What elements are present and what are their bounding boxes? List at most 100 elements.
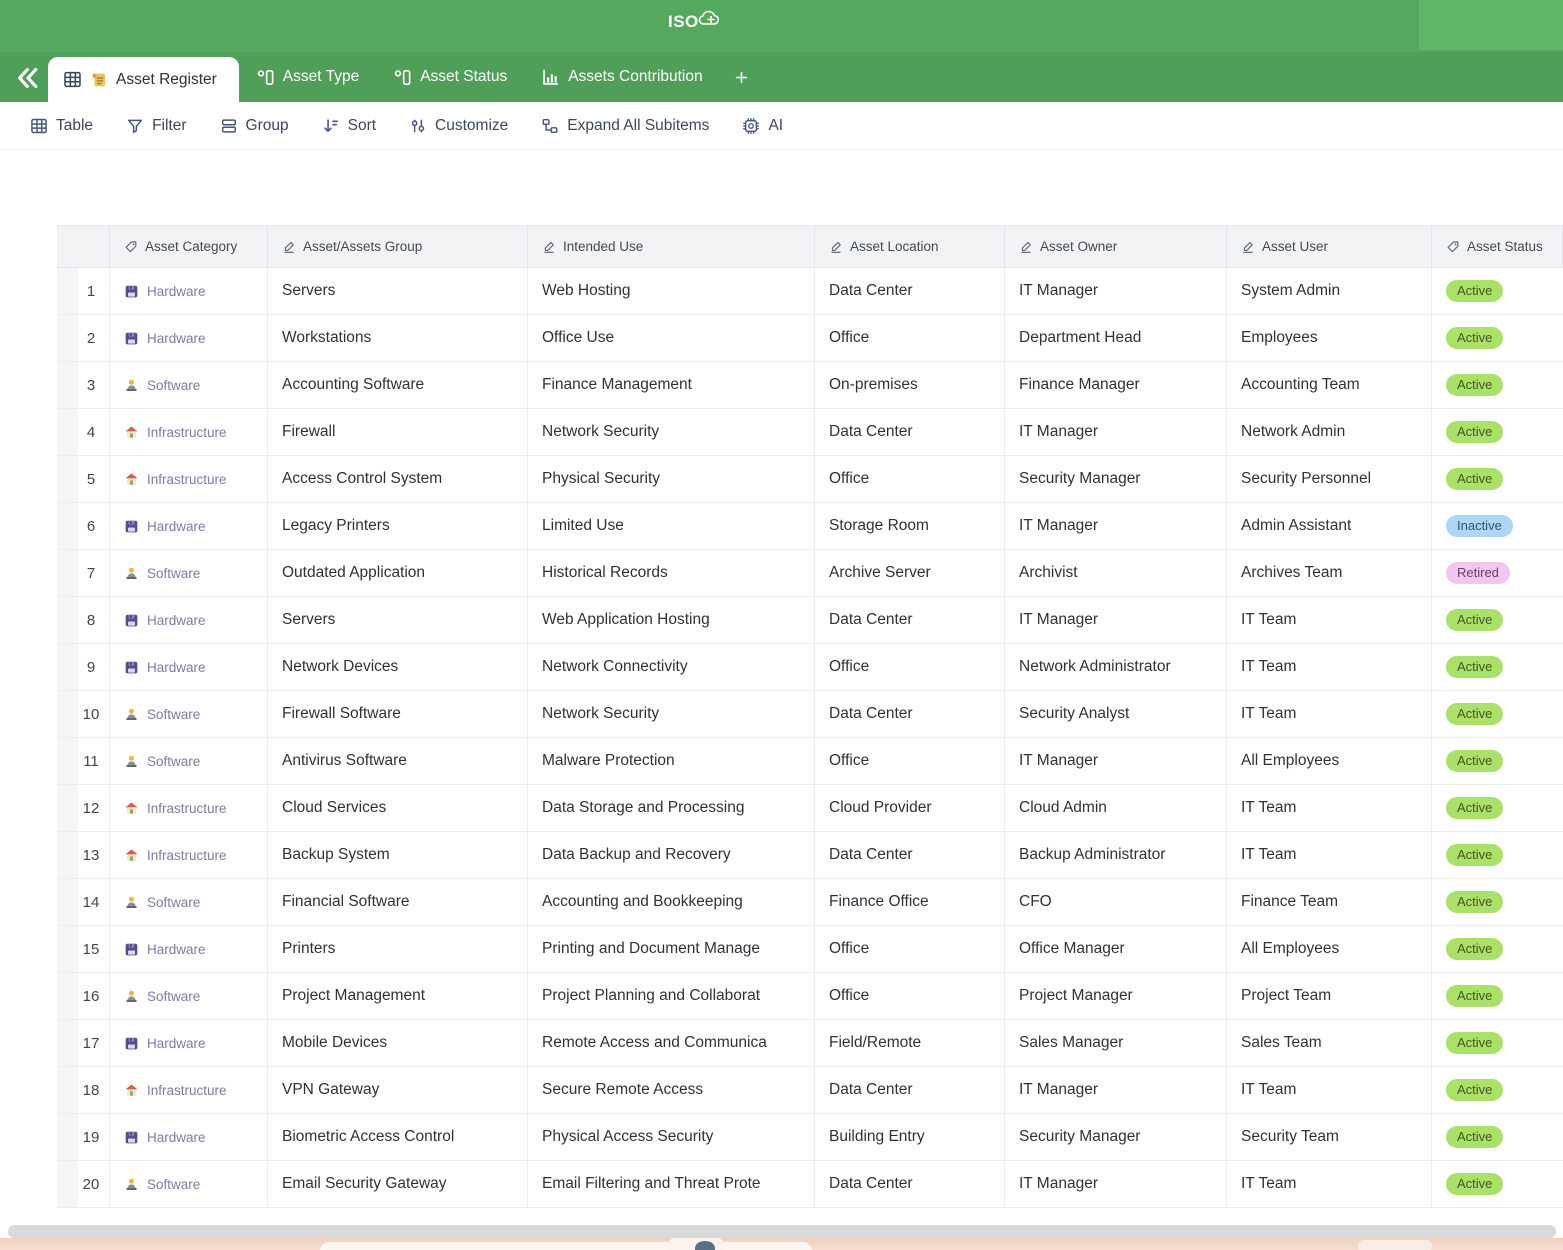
cell-category[interactable]: Infrastructure <box>110 409 268 455</box>
cell-location[interactable]: Cloud Provider <box>815 785 1005 831</box>
cell-owner[interactable]: IT Manager <box>1005 1161 1227 1207</box>
cell-num[interactable]: 19 <box>57 1114 110 1160</box>
cell-location[interactable]: Data Center <box>815 1067 1005 1113</box>
cell-user[interactable]: Archives Team <box>1227 550 1432 596</box>
cell-category[interactable]: Software <box>110 738 268 784</box>
cell-group[interactable]: Servers <box>268 597 528 643</box>
cell-status[interactable]: Active <box>1432 644 1563 690</box>
cell-user[interactable]: Finance Team <box>1227 879 1432 925</box>
cell-owner[interactable]: Security Analyst <box>1005 691 1227 737</box>
cell-status[interactable]: Active <box>1432 1020 1563 1066</box>
cell-use[interactable]: Secure Remote Access <box>528 1067 815 1113</box>
cell-use[interactable]: Printing and Document Manage <box>528 926 815 972</box>
cell-status[interactable]: Active <box>1432 926 1563 972</box>
cell-user[interactable]: IT Team <box>1227 1067 1432 1113</box>
cell-use[interactable]: Malware Protection <box>528 738 815 784</box>
cell-num[interactable]: 8 <box>57 597 110 643</box>
cell-status[interactable]: Active <box>1432 597 1563 643</box>
cell-group[interactable]: Antivirus Software <box>268 738 528 784</box>
cell-category[interactable]: Hardware <box>110 1114 268 1160</box>
cell-user[interactable]: Project Team <box>1227 973 1432 1019</box>
cell-num[interactable]: 10 <box>57 691 110 737</box>
cell-status[interactable]: Active <box>1432 315 1563 361</box>
cell-user[interactable]: All Employees <box>1227 738 1432 784</box>
cell-group[interactable]: Access Control System <box>268 456 528 502</box>
cell-owner[interactable]: Department Head <box>1005 315 1227 361</box>
cell-owner[interactable]: Sales Manager <box>1005 1020 1227 1066</box>
cell-num[interactable]: 3 <box>57 362 110 408</box>
cell-num[interactable]: 6 <box>57 503 110 549</box>
cell-category[interactable]: Software <box>110 1161 268 1207</box>
cell-use[interactable]: Historical Records <box>528 550 815 596</box>
column-header-group[interactable]: Asset/Assets Group <box>268 226 528 267</box>
cell-owner[interactable]: Office Manager <box>1005 926 1227 972</box>
horizontal-scrollbar[interactable] <box>8 1225 1556 1238</box>
cell-user[interactable]: Sales Team <box>1227 1020 1432 1066</box>
cell-status[interactable]: Active <box>1432 1161 1563 1207</box>
add-view-tab[interactable] <box>720 52 763 102</box>
cell-group[interactable]: VPN Gateway <box>268 1067 528 1113</box>
cell-category[interactable]: Infrastructure <box>110 832 268 878</box>
column-header-owner[interactable]: Asset Owner <box>1005 226 1227 267</box>
tab-asset-register[interactable]: Asset Register <box>48 57 239 102</box>
cell-location[interactable]: Office <box>815 738 1005 784</box>
cell-group[interactable]: Printers <box>268 926 528 972</box>
cell-num[interactable]: 5 <box>57 456 110 502</box>
cell-status[interactable]: Active <box>1432 456 1563 502</box>
toolbar-group-button[interactable]: Group <box>220 117 289 135</box>
cell-num[interactable]: 2 <box>57 315 110 361</box>
cell-group[interactable]: Email Security Gateway <box>268 1161 528 1207</box>
cell-category[interactable]: Infrastructure <box>110 785 268 831</box>
cell-owner[interactable]: Network Administrator <box>1005 644 1227 690</box>
cell-use[interactable]: Physical Access Security <box>528 1114 815 1160</box>
cell-user[interactable]: Employees <box>1227 315 1432 361</box>
cell-location[interactable]: Office <box>815 456 1005 502</box>
cell-num[interactable]: 11 <box>57 738 110 784</box>
cell-group[interactable]: Biometric Access Control <box>268 1114 528 1160</box>
cell-location[interactable]: Office <box>815 973 1005 1019</box>
cell-category[interactable]: Hardware <box>110 926 268 972</box>
cell-location[interactable]: Data Center <box>815 597 1005 643</box>
cell-owner[interactable]: CFO <box>1005 879 1227 925</box>
cell-location[interactable]: Office <box>815 315 1005 361</box>
cell-num[interactable]: 4 <box>57 409 110 455</box>
cell-use[interactable]: Network Connectivity <box>528 644 815 690</box>
column-header-location[interactable]: Asset Location <box>815 226 1005 267</box>
toolbar-ai-button[interactable]: AI <box>742 117 783 135</box>
cell-group[interactable]: Servers <box>268 268 528 314</box>
cell-use[interactable]: Accounting and Bookkeeping <box>528 879 815 925</box>
cell-status[interactable]: Active <box>1432 268 1563 314</box>
cell-status[interactable]: Active <box>1432 785 1563 831</box>
cell-location[interactable]: Storage Room <box>815 503 1005 549</box>
cell-use[interactable]: Network Security <box>528 409 815 455</box>
cell-user[interactable]: Security Personnel <box>1227 456 1432 502</box>
cell-group[interactable]: Project Management <box>268 973 528 1019</box>
cell-location[interactable]: Data Center <box>815 691 1005 737</box>
toolbar-filter-button[interactable]: Filter <box>126 117 186 135</box>
cell-group[interactable]: Firewall <box>268 409 528 455</box>
cell-status[interactable]: Active <box>1432 879 1563 925</box>
cell-owner[interactable]: Finance Manager <box>1005 362 1227 408</box>
cell-use[interactable]: Data Storage and Processing <box>528 785 815 831</box>
cell-num[interactable]: 14 <box>57 879 110 925</box>
cell-user[interactable]: Security Team <box>1227 1114 1432 1160</box>
cell-owner[interactable]: Archivist <box>1005 550 1227 596</box>
cell-use[interactable]: Data Backup and Recovery <box>528 832 815 878</box>
toolbar-sort-button[interactable]: Sort <box>322 117 376 135</box>
cell-num[interactable]: 13 <box>57 832 110 878</box>
cell-user[interactable]: Accounting Team <box>1227 362 1432 408</box>
toolbar-expand-all-subitems-button[interactable]: Expand All Subitems <box>541 117 709 135</box>
column-header-category[interactable]: Asset Category <box>110 226 268 267</box>
cell-use[interactable]: Project Planning and Collaborat <box>528 973 815 1019</box>
cell-use[interactable]: Physical Security <box>528 456 815 502</box>
cell-user[interactable]: Admin Assistant <box>1227 503 1432 549</box>
cell-use[interactable]: Finance Management <box>528 362 815 408</box>
cell-status[interactable]: Active <box>1432 832 1563 878</box>
cell-category[interactable]: Hardware <box>110 315 268 361</box>
cell-user[interactable]: System Admin <box>1227 268 1432 314</box>
column-header-user[interactable]: Asset User <box>1227 226 1432 267</box>
cell-category[interactable]: Software <box>110 973 268 1019</box>
cell-group[interactable]: Accounting Software <box>268 362 528 408</box>
cell-group[interactable]: Workstations <box>268 315 528 361</box>
cell-group[interactable]: Firewall Software <box>268 691 528 737</box>
